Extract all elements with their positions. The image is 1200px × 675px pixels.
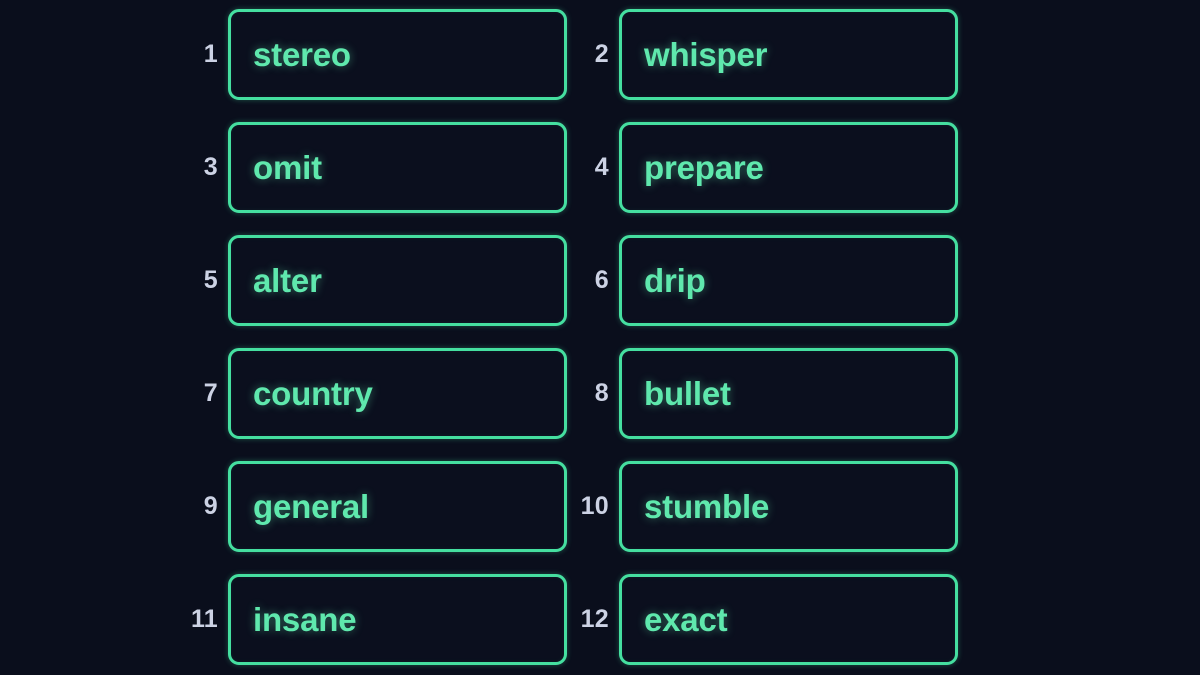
word-text: country [253,375,373,412]
word-cell: 2 whisper [573,9,958,100]
word-index-label: 9 [203,492,218,520]
word-cell: 12 exact [573,574,958,665]
word-grid-inner: 1 stereo 2 whisper 3 omit 4 prepare 5 al… [182,9,958,665]
word-box[interactable]: exact [619,574,958,665]
word-box[interactable]: stumble [619,461,958,552]
word-box[interactable]: insane [228,574,567,665]
word-index-label: 12 [580,605,609,633]
word-text: omit [253,149,322,186]
word-box[interactable]: general [228,461,567,552]
word-text: drip [644,262,706,299]
word-index-label: 1 [203,40,218,68]
word-cell: 3 omit [182,122,567,213]
word-text: alter [253,262,322,299]
word-text: stumble [644,488,770,525]
word-index-label: 5 [203,266,218,294]
word-row: 9 general 10 stumble [182,461,958,552]
word-cell: 9 general [182,461,567,552]
word-row: 7 country 8 bullet [182,348,958,439]
word-row: 11 insane 12 exact [182,574,958,665]
word-box[interactable]: omit [228,122,567,213]
word-box[interactable]: bullet [619,348,958,439]
word-box[interactable]: whisper [619,9,958,100]
word-index-label: 4 [594,153,609,181]
word-text: bullet [644,375,731,412]
word-cell: 4 prepare [573,122,958,213]
word-box[interactable]: country [228,348,567,439]
word-list-grid: 1 stereo 2 whisper 3 omit 4 prepare 5 al… [0,0,1200,675]
word-index-label: 10 [580,492,609,520]
word-text: whisper [644,36,768,73]
word-box[interactable]: drip [619,235,958,326]
word-text: stereo [253,36,351,73]
word-index-label: 2 [594,40,609,68]
word-box[interactable]: alter [228,235,567,326]
word-text: exact [644,601,728,638]
word-index-label: 6 [594,266,609,294]
word-cell: 7 country [182,348,567,439]
word-cell: 1 stereo [182,9,567,100]
word-row: 1 stereo 2 whisper [182,9,958,100]
word-cell: 10 stumble [573,461,958,552]
word-row: 3 omit 4 prepare [182,122,958,213]
word-text: general [253,488,369,525]
word-box[interactable]: stereo [228,9,567,100]
word-text: insane [253,601,357,638]
word-text: prepare [644,149,764,186]
word-index-label: 3 [203,153,218,181]
word-box[interactable]: prepare [619,122,958,213]
word-cell: 6 drip [573,235,958,326]
word-index-label: 7 [203,379,218,407]
word-row: 5 alter 6 drip [182,235,958,326]
word-index-label: 8 [594,379,609,407]
word-cell: 11 insane [182,574,567,665]
word-index-label: 11 [190,605,218,633]
word-cell: 5 alter [182,235,567,326]
word-cell: 8 bullet [573,348,958,439]
